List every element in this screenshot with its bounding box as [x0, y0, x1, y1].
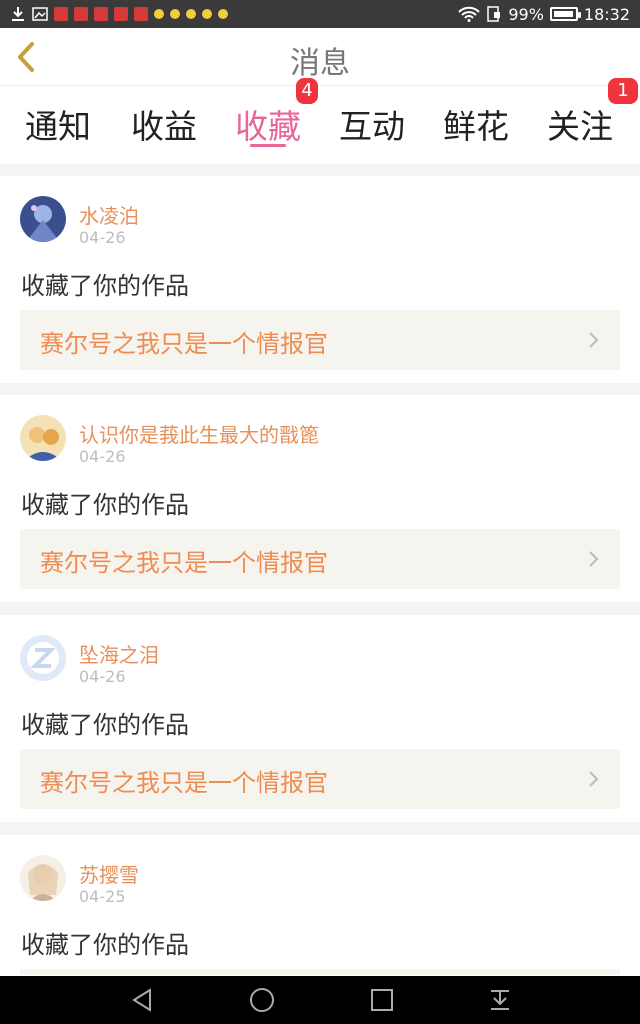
nav-back-icon[interactable]: [128, 986, 156, 1014]
bulb-icon: [218, 9, 228, 19]
image-icon: [32, 7, 48, 21]
active-tab-indicator: [250, 144, 286, 147]
tab-bar: 通知 收益 收藏 4 互动 鲜花 关注 1: [0, 78, 640, 164]
battery-percent: 99%: [508, 4, 544, 24]
app-notification-icon: [54, 7, 68, 21]
system-status: 99% 18:32: [458, 5, 640, 24]
avatar[interactable]: [20, 196, 66, 242]
nav-recent-icon[interactable]: [368, 986, 396, 1014]
message-date: 04-26: [79, 228, 126, 247]
header: 消息: [0, 28, 640, 86]
user-name[interactable]: 苏撄雪: [79, 859, 139, 888]
user-name[interactable]: 水凌泊: [79, 200, 139, 229]
message-date: 04-25: [79, 887, 126, 906]
tab-earnings[interactable]: 收益: [131, 100, 197, 148]
message-action: 收藏了你的作品: [21, 272, 189, 300]
work-link[interactable]: 赛尔号之我只是一个情报官: [20, 749, 620, 809]
page-title: 消息: [290, 46, 350, 81]
tab-follows[interactable]: 关注: [547, 100, 613, 148]
work-title: 赛尔号之我只是一个情报官: [40, 549, 328, 577]
download-icon: [12, 7, 24, 21]
battery-icon: [549, 7, 581, 21]
work-link[interactable]: 赛尔号之我只是一个情报官: [20, 529, 620, 589]
navigation-bar: [0, 976, 640, 1024]
sim-icon: [487, 6, 501, 22]
bulb-icon: [202, 9, 212, 19]
chevron-right-icon: [589, 332, 599, 348]
avatar[interactable]: [20, 635, 66, 681]
message-date: 04-26: [79, 447, 126, 466]
work-title: 赛尔号之我只是一个情报官: [40, 330, 328, 358]
list-item: 坠海之泪 04-26 收藏了你的作品 赛尔号之我只是一个情报官: [0, 615, 640, 822]
list-item: 水凌泊 04-26 收藏了你的作品 赛尔号之我只是一个情报官: [0, 176, 640, 383]
clock: 18:32: [583, 4, 630, 24]
avatar[interactable]: [20, 855, 66, 901]
tab-notifications[interactable]: 通知: [25, 100, 91, 148]
notification-icons: [0, 6, 228, 22]
avatar[interactable]: [20, 415, 66, 461]
list-item: 苏撄雪 04-25 收藏了你的作品: [0, 835, 640, 985]
work-link[interactable]: 赛尔号之我只是一个情报官: [20, 310, 620, 370]
list-item: 认识你是莪此生最大的戬篦 04-26 收藏了你的作品 赛尔号之我只是一个情报官: [0, 395, 640, 602]
app-notification-icon: [74, 7, 88, 21]
tab-flowers[interactable]: 鲜花: [443, 100, 509, 148]
favorites-badge: 4: [296, 78, 318, 104]
message-action: 收藏了你的作品: [21, 491, 189, 519]
bulb-icon: [170, 9, 180, 19]
status-bar: 99% 18:32: [0, 0, 640, 28]
wifi-icon: [458, 6, 481, 22]
work-title: 赛尔号之我只是一个情报官: [40, 769, 328, 797]
work-link[interactable]: [20, 969, 620, 975]
message-action: 收藏了你的作品: [21, 931, 189, 959]
nav-menu-icon[interactable]: [486, 986, 514, 1014]
app-notification-icon: [134, 7, 148, 21]
user-name[interactable]: 认识你是莪此生最大的戬篦: [79, 419, 319, 448]
follows-badge: 1: [608, 78, 638, 104]
chevron-right-icon: [589, 771, 599, 787]
chevron-right-icon: [589, 551, 599, 567]
message-action: 收藏了你的作品: [21, 711, 189, 739]
tab-favorites[interactable]: 收藏: [235, 100, 301, 148]
message-date: 04-26: [79, 667, 126, 686]
tab-interactions[interactable]: 互动: [339, 100, 405, 148]
app-notification-icon: [94, 7, 108, 21]
bulb-icon: [154, 9, 164, 19]
bulb-icon: [186, 9, 196, 19]
app-notification-icon: [114, 7, 128, 21]
nav-home-icon[interactable]: [248, 986, 276, 1014]
user-name[interactable]: 坠海之泪: [79, 639, 159, 668]
